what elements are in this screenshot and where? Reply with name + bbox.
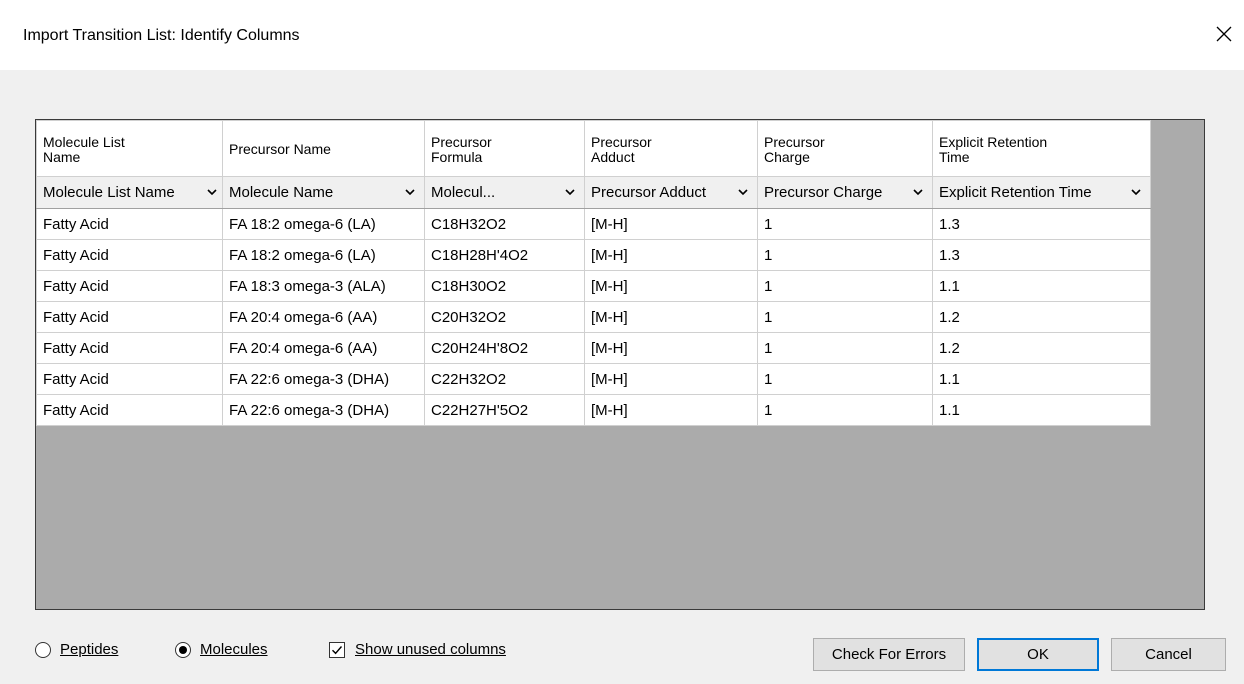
table-cell[interactable]: C18H32O2 xyxy=(424,208,585,240)
peptides-radio[interactable]: Peptides xyxy=(35,641,118,658)
table-cell[interactable]: FA 22:6 omega-3 (DHA) xyxy=(222,394,425,426)
table-cell[interactable]: Fatty Acid xyxy=(36,239,223,271)
column-type-dropdown[interactable]: Explicit Retention Time xyxy=(932,176,1151,209)
column-header[interactable]: Explicit Retention Time xyxy=(932,120,1151,177)
table-cell[interactable]: [M-H] xyxy=(584,394,758,426)
table-row[interactable]: Fatty Acid FA 22:6 omega-3 (DHA) C22H32O… xyxy=(36,363,1151,395)
table-cell[interactable]: 1.1 xyxy=(932,394,1151,426)
table-cell[interactable]: 1 xyxy=(757,239,933,271)
table-cell[interactable]: FA 18:2 omega-6 (LA) xyxy=(222,208,425,240)
table-cell[interactable]: 1.2 xyxy=(932,332,1151,364)
table-cell[interactable]: [M-H] xyxy=(584,270,758,302)
table-row[interactable]: Fatty Acid FA 20:4 omega-6 (AA) C20H24H'… xyxy=(36,332,1151,364)
column-type-dropdown[interactable]: Molecul... xyxy=(424,176,585,209)
radio-button-selected[interactable] xyxy=(175,641,191,658)
table-cell[interactable]: 1.2 xyxy=(932,301,1151,333)
table-row[interactable]: Fatty Acid FA 20:4 omega-6 (AA) C20H32O2… xyxy=(36,301,1151,333)
table-cell[interactable]: FA 18:3 omega-3 (ALA) xyxy=(222,270,425,302)
table-cell[interactable]: C18H30O2 xyxy=(424,270,585,302)
table-cell[interactable]: Fatty Acid xyxy=(36,208,223,240)
show-unused-columns-checkbox[interactable]: Show unused columns xyxy=(329,641,506,658)
check-for-errors-button[interactable]: Check For Errors xyxy=(813,638,965,671)
table-cell[interactable]: [M-H] xyxy=(584,363,758,395)
column-header[interactable]: Precursor Formula xyxy=(424,120,585,177)
column-type-row: Molecule List Name Molecule Name Molecul… xyxy=(36,176,1151,209)
peptides-label: Peptides xyxy=(60,641,119,658)
column-type-dropdown[interactable]: Molecule Name xyxy=(222,176,425,209)
table-cell[interactable]: 1 xyxy=(757,301,933,333)
column-header[interactable]: Precursor Charge xyxy=(757,120,933,177)
column-grid[interactable]: Molecule List Name Precursor Name Precurs… xyxy=(35,119,1205,610)
table-cell[interactable]: C22H27H'5O2 xyxy=(424,394,585,426)
table-cell[interactable]: Fatty Acid xyxy=(36,270,223,302)
chevron-down-icon xyxy=(565,189,575,196)
table-cell[interactable]: 1.3 xyxy=(932,239,1151,271)
radio-dot-icon xyxy=(179,645,187,654)
import-transition-list-dialog: Import Transition List: Identify Columns… xyxy=(0,0,1244,684)
table-cell[interactable]: 1 xyxy=(757,270,933,302)
table-cell[interactable]: 1.1 xyxy=(932,363,1151,395)
show-unused-columns-label: Show unused columns xyxy=(355,641,506,658)
table-cell[interactable]: [M-H] xyxy=(584,332,758,364)
transition-table: Molecule List Name Precursor Name Precurs… xyxy=(36,120,1151,426)
table-cell[interactable]: [M-H] xyxy=(584,208,758,240)
table-cell[interactable]: 1 xyxy=(757,394,933,426)
chevron-down-icon xyxy=(207,189,217,196)
table-cell[interactable]: [M-H] xyxy=(584,301,758,333)
table-cell[interactable]: FA 20:4 omega-6 (AA) xyxy=(222,332,425,364)
table-row[interactable]: Fatty Acid FA 18:3 omega-3 (ALA) C18H30O… xyxy=(36,270,1151,302)
chevron-down-icon xyxy=(738,189,748,196)
checkmark-icon xyxy=(332,645,343,654)
table-cell[interactable]: 1.3 xyxy=(932,208,1151,240)
column-header[interactable]: Precursor Adduct xyxy=(584,120,758,177)
table-cell[interactable]: [M-H] xyxy=(584,239,758,271)
header-row: Molecule List Name Precursor Name Precurs… xyxy=(36,120,1151,177)
table-cell[interactable]: FA 18:2 omega-6 (LA) xyxy=(222,239,425,271)
table-row[interactable]: Fatty Acid FA 18:2 omega-6 (LA) C18H32O2… xyxy=(36,208,1151,240)
column-header[interactable]: Precursor Name xyxy=(222,120,425,177)
table-cell[interactable]: 1 xyxy=(757,208,933,240)
dialog-footer: Peptides Molecules Show unused columns C… xyxy=(0,625,1244,684)
table-cell[interactable]: C18H28H'4O2 xyxy=(424,239,585,271)
ok-button[interactable]: OK xyxy=(977,638,1099,671)
chevron-down-icon xyxy=(913,189,923,196)
chevron-down-icon xyxy=(405,189,415,196)
table-cell[interactable]: Fatty Acid xyxy=(36,301,223,333)
cancel-button[interactable]: Cancel xyxy=(1111,638,1226,671)
table-row[interactable]: Fatty Acid FA 22:6 omega-3 (DHA) C22H27H… xyxy=(36,394,1151,426)
table-cell[interactable]: 1.1 xyxy=(932,270,1151,302)
title-bar: Import Transition List: Identify Columns xyxy=(0,0,1244,70)
table-row[interactable]: Fatty Acid FA 18:2 omega-6 (LA) C18H28H'… xyxy=(36,239,1151,271)
table-cell[interactable]: Fatty Acid xyxy=(36,332,223,364)
window-title: Import Transition List: Identify Columns xyxy=(23,27,300,44)
radio-button-unselected[interactable] xyxy=(35,641,51,658)
column-type-dropdown[interactable]: Precursor Adduct xyxy=(584,176,758,209)
column-header[interactable]: Molecule List Name xyxy=(36,120,223,177)
close-button[interactable] xyxy=(1204,14,1244,54)
column-type-dropdown[interactable]: Precursor Charge xyxy=(757,176,933,209)
column-type-dropdown[interactable]: Molecule List Name xyxy=(36,176,223,209)
chevron-down-icon xyxy=(1131,189,1141,196)
table-cell[interactable]: 1 xyxy=(757,363,933,395)
checkbox-checked[interactable] xyxy=(329,641,345,658)
table-cell[interactable]: C20H24H'8O2 xyxy=(424,332,585,364)
table-cell[interactable]: Fatty Acid xyxy=(36,394,223,426)
table-cell[interactable]: C22H32O2 xyxy=(424,363,585,395)
table-cell[interactable]: C20H32O2 xyxy=(424,301,585,333)
table-cell[interactable]: Fatty Acid xyxy=(36,363,223,395)
molecules-label: Molecules xyxy=(200,641,268,658)
table-cell[interactable]: FA 20:4 omega-6 (AA) xyxy=(222,301,425,333)
close-icon xyxy=(1216,26,1232,42)
molecules-radio[interactable]: Molecules xyxy=(175,641,268,658)
table-cell[interactable]: FA 22:6 omega-3 (DHA) xyxy=(222,363,425,395)
table-cell[interactable]: 1 xyxy=(757,332,933,364)
